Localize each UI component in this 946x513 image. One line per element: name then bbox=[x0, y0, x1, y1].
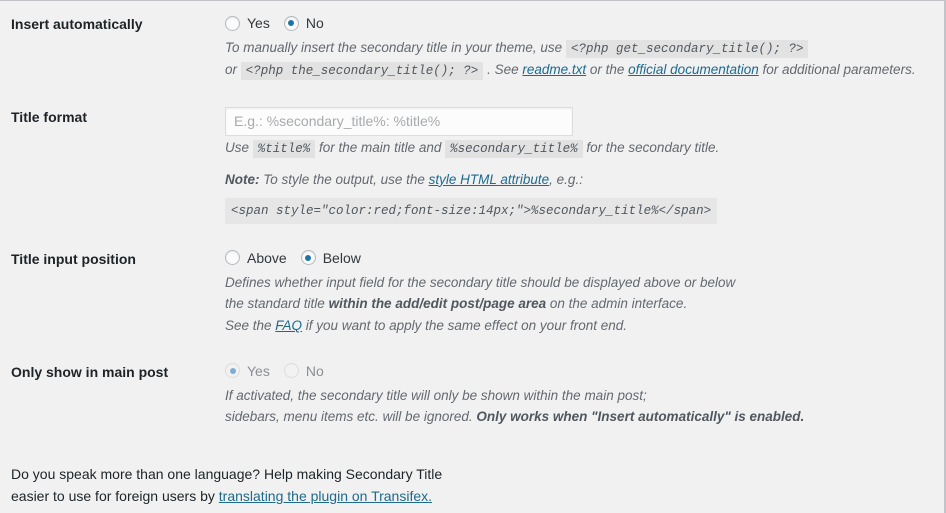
radio-group-title-input-position[interactable]: Above Below bbox=[225, 248, 934, 268]
desc-text: if you want to apply the same effect on … bbox=[302, 318, 627, 334]
label-only-show-in-main-post: Only show in main post bbox=[11, 363, 169, 380]
desc-text: for the main title and bbox=[315, 139, 446, 155]
desc-text: See the bbox=[225, 318, 276, 334]
radio-option-label: Above bbox=[247, 249, 287, 266]
description-title-format-note: Note: To style the output, use the style… bbox=[225, 169, 934, 224]
settings-page: Insert automatically Yes No To manually … bbox=[0, 0, 946, 513]
link-translate-on-transifex[interactable]: translating the plugin on Transifex. bbox=[219, 488, 432, 504]
desc-text: on the admin interface. bbox=[546, 296, 688, 312]
radio-option-only-show-in-main-post-yes[interactable]: Yes bbox=[225, 362, 270, 379]
description-only-show-in-main-post: If activated, the secondary title will o… bbox=[225, 385, 934, 428]
code-span-example: <span style="color:red;font-size:14px;">… bbox=[225, 197, 718, 224]
settings-row-insert-automatically: Insert automatically Yes No To manually … bbox=[0, 1, 944, 94]
translation-notice-line2: easier to use for foreign users by bbox=[11, 488, 219, 505]
link-faq[interactable]: FAQ bbox=[275, 318, 302, 333]
field-title-input-position: Above Below Defines whether input field … bbox=[225, 236, 944, 349]
radio-icon-checked-disabled[interactable] bbox=[225, 363, 240, 379]
description-insert-automatically: To manually insert the secondary title i… bbox=[225, 37, 934, 82]
field-insert-automatically: Yes No To manually insert the secondary … bbox=[225, 1, 944, 94]
desc-text: . See bbox=[483, 62, 523, 78]
settings-row-title-input-position: Title input position Above Below Defines… bbox=[0, 236, 944, 349]
desc-text: or bbox=[225, 62, 241, 78]
link-readme-txt[interactable]: readme.txt bbox=[522, 62, 586, 77]
radio-option-label: No bbox=[305, 362, 324, 379]
link-official-documentation[interactable]: official documentation bbox=[628, 62, 759, 77]
desc-text: To style the output, use the bbox=[259, 171, 429, 187]
code-get-secondary-title: <?php get_secondary_title(); ?> bbox=[565, 40, 809, 58]
radio-group-insert-automatically[interactable]: Yes No bbox=[225, 13, 934, 33]
radio-icon-checked[interactable] bbox=[283, 15, 299, 31]
radio-option-label: Below bbox=[322, 249, 361, 266]
code-the-secondary-title: <?php the_secondary_title(); ?> bbox=[240, 62, 484, 81]
radio-option-title-input-position-above[interactable]: Above bbox=[225, 249, 287, 266]
label-title-format: Title format bbox=[11, 108, 87, 125]
label-insert-automatically: Insert automatically bbox=[11, 16, 143, 32]
desc-bold: Only works when "Insert automatically" i… bbox=[476, 409, 805, 425]
link-style-html-attribute[interactable]: style HTML attribute bbox=[429, 172, 550, 187]
radio-icon-unchecked-disabled[interactable] bbox=[283, 363, 299, 379]
desc-text: or the bbox=[586, 62, 629, 78]
desc-text: for the secondary title. bbox=[582, 139, 720, 155]
desc-text: To manually insert the secondary title i… bbox=[225, 40, 566, 55]
radio-option-insert-automatically-no[interactable]: No bbox=[283, 15, 324, 31]
desc-text: the standard title bbox=[225, 296, 329, 312]
settings-row-only-show-in-main-post: Only show in main post Yes No If activat… bbox=[0, 349, 944, 440]
radio-option-label: No bbox=[305, 15, 324, 31]
desc-bold: within the add/edit post/page area bbox=[328, 296, 547, 312]
radio-icon-unchecked[interactable] bbox=[225, 250, 240, 266]
description-title-input-position: Defines whether input field for the seco… bbox=[225, 272, 934, 337]
title-format-input[interactable] bbox=[225, 106, 573, 136]
desc-text: for additional parameters. bbox=[758, 62, 916, 78]
description-title-format-usage: Use %title% for the main title and %seco… bbox=[225, 137, 934, 159]
radio-icon-checked[interactable] bbox=[300, 250, 316, 266]
radio-group-only-show-in-main-post[interactable]: Yes No bbox=[225, 361, 934, 381]
translation-notice: Do you speak more than one language? Hel… bbox=[11, 463, 611, 507]
settings-row-title-format: Title format Use %title% for the main ti… bbox=[0, 94, 944, 236]
radio-option-label: Yes bbox=[247, 362, 270, 379]
field-title-format: Use %title% for the main title and %seco… bbox=[225, 94, 944, 236]
translation-notice-line1: Do you speak more than one language? Hel… bbox=[11, 466, 443, 482]
code-title-token: %title% bbox=[252, 139, 316, 158]
settings-form-table: Insert automatically Yes No To manually … bbox=[0, 1, 944, 440]
radio-option-title-input-position-below[interactable]: Below bbox=[300, 249, 361, 266]
radio-option-label: Yes bbox=[247, 15, 270, 31]
label-title-input-position: Title input position bbox=[11, 250, 136, 267]
desc-text: If activated, the secondary title will o… bbox=[225, 387, 647, 403]
desc-text: sidebars, menu items etc. will be ignore… bbox=[225, 409, 477, 425]
desc-text: , e.g.: bbox=[549, 171, 583, 187]
radio-icon-unchecked[interactable] bbox=[225, 15, 240, 31]
desc-text: Use bbox=[225, 139, 253, 155]
radio-option-insert-automatically-yes[interactable]: Yes bbox=[225, 15, 270, 31]
code-secondary-title-token: %secondary_title% bbox=[445, 139, 583, 158]
field-only-show-in-main-post: Yes No If activated, the secondary title… bbox=[225, 349, 944, 440]
desc-text: Defines whether input field for the seco… bbox=[225, 274, 736, 290]
note-label: Note: bbox=[225, 171, 260, 187]
radio-option-only-show-in-main-post-no[interactable]: No bbox=[283, 362, 324, 379]
